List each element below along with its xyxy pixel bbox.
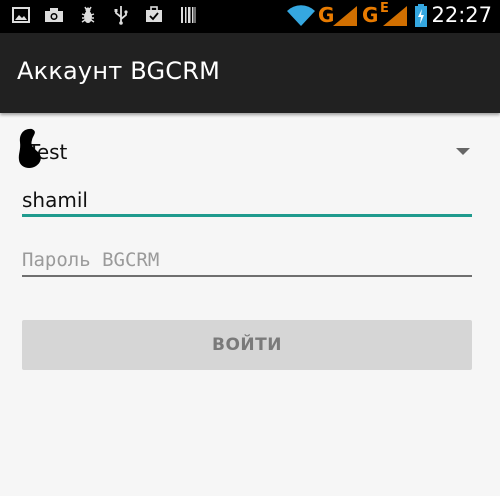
debug-bug-icon (81, 6, 95, 23)
app-bar: Аккаунт BGCRM (0, 33, 500, 113)
camera-icon (45, 8, 63, 22)
barcode-icon (181, 7, 196, 23)
password-input-underline (22, 275, 472, 277)
usb-icon (114, 6, 128, 25)
server-select[interactable]: Test (0, 128, 484, 176)
briefcase-icon (146, 6, 162, 22)
signal-icon: G G E (318, 1, 410, 29)
wifi-icon (287, 5, 315, 26)
login-button[interactable]: ВОЙТИ (22, 320, 472, 370)
dropdown-arrow-icon (456, 148, 470, 155)
status-clock: 22:27 (431, 3, 492, 27)
login-input-underline (22, 214, 472, 217)
app-title: Аккаунт BGCRM (17, 57, 221, 85)
status-bar: G G E 22:27 (0, 0, 500, 33)
battery-charging-icon (415, 4, 427, 27)
redaction-scribble (18, 128, 41, 168)
password-input[interactable] (22, 240, 472, 280)
image-icon (12, 7, 30, 23)
